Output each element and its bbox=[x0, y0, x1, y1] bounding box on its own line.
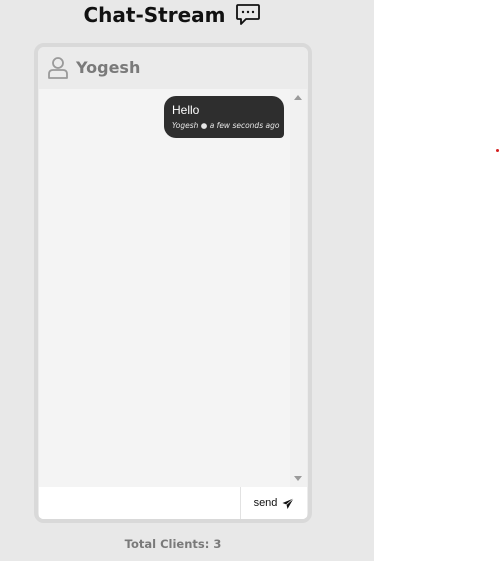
chat-bubble-icon bbox=[235, 3, 261, 27]
message-input[interactable] bbox=[39, 487, 241, 519]
message-meta: Yogesh ● a few seconds ago bbox=[172, 121, 280, 130]
user-icon bbox=[48, 57, 68, 79]
message-list[interactable]: Hello Yogesh ● a few seconds ago bbox=[39, 89, 290, 487]
send-button[interactable]: send bbox=[241, 487, 307, 519]
message-composer: send bbox=[39, 487, 307, 519]
chat-window: Yogesh Hello Yogesh ● a few seconds ago … bbox=[34, 43, 312, 523]
chat-header: Yogesh bbox=[38, 47, 308, 89]
app-title-text: Chat-Stream bbox=[83, 3, 226, 27]
scroll-up-arrow-icon[interactable] bbox=[294, 95, 302, 100]
send-button-label: send bbox=[253, 497, 278, 509]
page: Chat-Stream Yogesh Hello Yogesh ● a few … bbox=[0, 0, 502, 561]
total-clients: Total Clients: 3 bbox=[124, 537, 222, 551]
chat-stream-panel: Chat-Stream Yogesh Hello Yogesh ● a few … bbox=[0, 0, 374, 561]
red-dot bbox=[496, 149, 499, 152]
message-bubble: Hello Yogesh ● a few seconds ago bbox=[164, 96, 284, 138]
message-text: Hello bbox=[172, 103, 200, 117]
app-title: Chat-Stream bbox=[0, 0, 344, 30]
paper-plane-icon bbox=[282, 497, 295, 509]
chat-username: Yogesh bbox=[76, 58, 141, 77]
message-scrollbar[interactable] bbox=[290, 89, 307, 487]
scroll-down-arrow-icon[interactable] bbox=[294, 476, 302, 481]
